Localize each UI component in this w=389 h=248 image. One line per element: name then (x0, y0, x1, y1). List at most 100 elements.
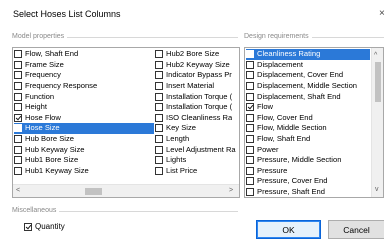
model-property-checkbox[interactable] (155, 71, 163, 80)
design-requirement-label: Displacement, Shaft End (257, 91, 341, 101)
design-requirement-item[interactable]: Pressure, Shaft End (246, 187, 370, 197)
model-property-checkbox[interactable] (155, 92, 163, 101)
model-property-label: Frequency Response (25, 81, 98, 91)
model-property-checkbox[interactable] (155, 113, 163, 122)
model-property-label: Function (25, 91, 55, 101)
model-property-item[interactable]: Hub Bore Size (14, 134, 154, 145)
design-requirement-item[interactable]: Flow, Cover End (246, 113, 370, 124)
model-property-checkbox[interactable] (155, 82, 163, 91)
model-property-checkbox[interactable] (14, 166, 22, 175)
model-property-checkbox[interactable] (155, 103, 163, 112)
model-property-checkbox[interactable] (14, 82, 22, 91)
model-property-checkbox[interactable] (155, 145, 163, 154)
design-requirement-item[interactable]: Cleanliness Rating (246, 49, 370, 60)
design-requirement-item[interactable]: Flow, Shaft End (246, 134, 370, 145)
model-property-item[interactable]: Hub2 Bore Size (155, 49, 239, 60)
design-requirement-checkbox[interactable] (246, 103, 254, 112)
design-requirement-item[interactable]: Flow (246, 102, 370, 113)
design-requirement-checkbox[interactable] (246, 50, 254, 59)
model-property-item[interactable]: Hub1 Bore Size (14, 155, 154, 166)
model-property-checkbox[interactable] (14, 60, 22, 69)
ok-button[interactable]: OK (256, 220, 321, 239)
design-requirement-checkbox[interactable] (246, 82, 254, 91)
model-property-item[interactable]: Lights (155, 155, 239, 166)
design-requirement-checkbox[interactable] (246, 124, 254, 133)
model-property-label: Hub1 Bore Size (25, 155, 79, 165)
model-property-item[interactable]: Hub Keyway Size (14, 144, 154, 155)
design-requirement-checkbox[interactable] (246, 135, 254, 144)
design-requirement-checkbox[interactable] (246, 188, 254, 197)
model-property-item[interactable]: ISO Cleanliness Ra (155, 113, 239, 124)
model-properties-hscrollbar[interactable]: < > (13, 184, 239, 197)
design-requirement-checkbox[interactable] (246, 145, 254, 154)
model-property-checkbox[interactable] (155, 166, 163, 175)
model-property-item[interactable]: Function (14, 91, 154, 102)
model-property-item[interactable]: Hub1 Keyway Size (14, 166, 154, 177)
scroll-right-icon[interactable]: > (229, 187, 233, 195)
model-property-item[interactable]: Insert Material (155, 81, 239, 92)
model-property-checkbox[interactable] (155, 124, 163, 133)
model-property-checkbox[interactable] (14, 92, 22, 101)
hscroll-thumb[interactable] (85, 188, 102, 195)
design-requirements-list[interactable]: Cleanliness Rating Displacement Displaceme… (244, 47, 384, 198)
design-requirements-vscrollbar[interactable]: ^ v (371, 48, 383, 197)
cancel-button[interactable]: Cancel (328, 220, 384, 239)
design-requirement-item[interactable]: Pressure (246, 166, 370, 177)
model-property-label: Level Adjustment Ra (166, 144, 236, 154)
model-property-checkbox[interactable] (14, 71, 22, 80)
design-requirement-checkbox[interactable] (246, 71, 254, 80)
design-requirement-item[interactable]: Displacement, Shaft End (246, 91, 370, 102)
design-requirement-item[interactable]: Displacement, Cover End (246, 70, 370, 81)
model-property-checkbox[interactable] (14, 50, 22, 59)
model-property-item[interactable]: Frame Size (14, 60, 154, 71)
model-property-checkbox[interactable] (155, 50, 163, 59)
design-requirement-checkbox[interactable] (246, 92, 254, 101)
close-icon[interactable]: × (379, 8, 389, 20)
model-property-item[interactable]: Level Adjustment Ra (155, 144, 239, 155)
model-property-checkbox[interactable] (14, 135, 22, 144)
quantity-checkbox[interactable] (24, 222, 32, 231)
model-property-item[interactable]: Flow, Shaft End (14, 49, 154, 60)
design-requirement-checkbox[interactable] (246, 113, 254, 122)
design-requirement-item[interactable]: Pressure, Middle Section (246, 155, 370, 166)
model-property-checkbox[interactable] (14, 103, 22, 112)
design-requirement-item[interactable]: Displacement (246, 60, 370, 71)
model-property-checkbox[interactable] (155, 156, 163, 165)
design-requirements-title: Design requirements (244, 33, 312, 40)
model-property-item[interactable]: Height (14, 102, 154, 113)
design-requirement-checkbox[interactable] (246, 156, 254, 165)
design-requirement-item[interactable]: Displacement, Middle Section (246, 81, 370, 92)
design-requirement-checkbox[interactable] (246, 166, 254, 175)
model-property-item[interactable]: Indicator Bypass Pr (155, 70, 239, 81)
model-property-item[interactable]: Length (155, 134, 239, 145)
design-requirement-item[interactable]: Flow, Middle Section (246, 123, 370, 134)
model-property-checkbox[interactable] (155, 60, 163, 69)
model-property-label: Frequency (25, 70, 61, 80)
quantity-checkbox-row[interactable]: Quantity (24, 222, 65, 231)
model-property-checkbox[interactable] (14, 124, 22, 133)
model-property-item[interactable]: Frequency (14, 70, 154, 81)
scroll-down-icon[interactable]: v (375, 186, 379, 194)
design-requirement-checkbox[interactable] (246, 60, 254, 69)
model-property-item[interactable]: Installation Torque ( (155, 91, 239, 102)
design-requirement-item[interactable]: Pressure, Cover End (246, 176, 370, 187)
model-property-item[interactable]: Installation Torque ( (155, 102, 239, 113)
model-properties-list[interactable]: Flow, Shaft End Frame Size Frequency Freque… (12, 47, 240, 198)
scroll-up-icon[interactable]: ^ (374, 52, 377, 60)
model-property-item[interactable]: Hose Flow (14, 113, 154, 124)
design-requirement-checkbox[interactable] (246, 177, 254, 186)
model-property-checkbox[interactable] (14, 113, 22, 122)
design-requirement-label: Flow, Middle Section (257, 123, 327, 133)
model-property-checkbox[interactable] (14, 156, 22, 165)
scroll-left-icon[interactable]: < (16, 187, 20, 195)
vscroll-thumb[interactable] (375, 62, 381, 102)
model-property-item[interactable]: List Price (155, 166, 239, 177)
model-property-item[interactable]: Hub2 Keyway Size (155, 60, 239, 71)
design-requirement-label: Pressure, Cover End (257, 176, 328, 186)
model-property-checkbox[interactable] (14, 145, 22, 154)
model-property-checkbox[interactable] (155, 135, 163, 144)
model-property-item[interactable]: Key Size (155, 123, 239, 134)
model-property-item[interactable]: Frequency Response (14, 81, 154, 92)
model-property-item[interactable]: Hose Size (14, 123, 154, 134)
design-requirement-item[interactable]: Power (246, 144, 370, 155)
